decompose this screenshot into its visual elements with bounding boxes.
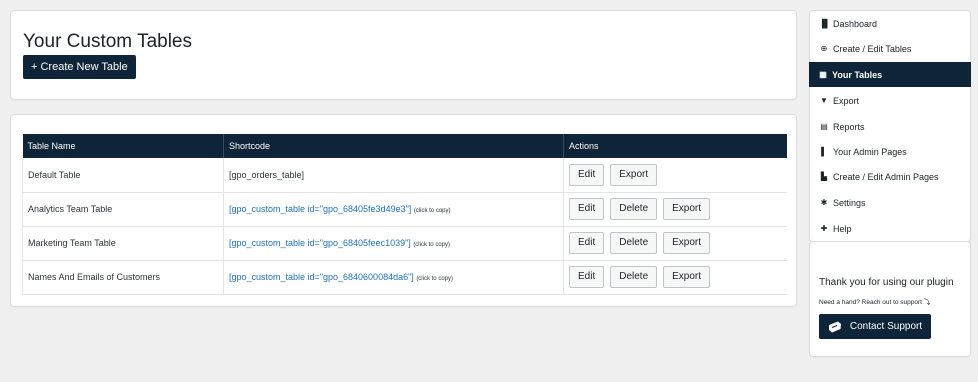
contact-support-label: Contact Support xyxy=(849,321,923,332)
sidebar-item-export[interactable]: ▼ Export xyxy=(810,88,970,113)
table-row: Default Table [gpo_orders_table] Edit Expor… xyxy=(22,158,787,193)
copy-hint: (click to copy) xyxy=(416,276,453,282)
shortcode-copy-link[interactable]: [gpo_custom_table id="gpo_68405feec1039"… xyxy=(229,238,411,248)
sidebar-item-label: Help xyxy=(833,223,852,234)
help-icon: ✚ xyxy=(820,224,828,233)
edit-button[interactable]: Edit xyxy=(569,163,605,186)
sidebar-item-label: Dashboard xyxy=(833,18,878,29)
copy-hint: (click to copy) xyxy=(413,242,450,248)
sidebar-item-settings[interactable]: ✱ Settings xyxy=(810,190,970,215)
export-button[interactable]: Export xyxy=(610,163,658,186)
edit-button[interactable]: Edit xyxy=(569,232,605,254)
sidebar-item-label: Create / Edit Tables xyxy=(833,43,912,54)
support-help-text: Need a hand? Reach out to support ⤵ xyxy=(819,299,931,306)
header-card: Your Custom Tables + Create New Table xyxy=(10,10,797,100)
shortcode-cell: [gpo_custom_table id="gpo_6840600084da6"… xyxy=(223,260,564,295)
sidebar-item-create-edit-admin-pages[interactable]: ▙ Create / Edit Admin Pages xyxy=(810,164,970,189)
bar-chart-icon: ▐▌ xyxy=(819,19,831,28)
shortcode-copy-link[interactable]: [gpo_custom_table id="gpo_6840600084da6"… xyxy=(229,272,414,282)
sidebar-menu: ▐▌ Dashboard ⊕ Create / Edit Tables ▦ Your Ta… xyxy=(809,10,971,242)
shortcode-cell: [gpo_custom_table id="gpo_68405fe3d49e3"… xyxy=(223,192,564,227)
ticket-icon xyxy=(828,321,841,332)
table-row: Analytics Team Table [gpo_custom_table id… xyxy=(22,192,787,227)
create-new-table-button[interactable]: + Create New Table xyxy=(23,55,136,79)
table-name-cell: Analytics Team Table xyxy=(22,192,224,227)
shortcode-cell: [gpo_orders_table] xyxy=(223,158,564,193)
column-header-table-name: Table Name xyxy=(22,134,224,158)
export-button[interactable]: Export xyxy=(663,198,711,220)
page-edit-icon: ▙ xyxy=(820,172,828,181)
sidebar-item-label: Your Tables xyxy=(832,69,883,80)
delete-button[interactable]: Delete xyxy=(610,198,658,220)
plus-circle-icon: ⊕ xyxy=(820,44,828,53)
actions-cell: Edit Delete Export xyxy=(563,260,787,295)
support-card: Thank you for using our plugin Need a ha… xyxy=(809,241,971,357)
download-icon: ▼ xyxy=(820,96,828,105)
sidebar-item-label: Reports xyxy=(833,121,865,132)
page-title: Your Custom Tables xyxy=(23,31,192,52)
sidebar-item-reports[interactable]: ▤ Reports xyxy=(810,114,970,139)
delete-button[interactable]: Delete xyxy=(610,232,658,254)
export-button[interactable]: Export xyxy=(663,232,711,254)
table-name-cell: Marketing Team Table xyxy=(22,226,224,261)
edit-button[interactable]: Edit xyxy=(569,266,605,288)
tables-card: Table Name Shortcode Actions Default Tab… xyxy=(10,114,797,307)
sidebar-item-your-tables[interactable]: ▦ Your Tables xyxy=(809,62,971,87)
page-icon: ▌ xyxy=(821,147,827,156)
sidebar-item-label: Export xyxy=(833,95,860,106)
actions-cell: Edit Export xyxy=(563,158,787,193)
table-icon: ▦ xyxy=(819,70,827,79)
table-header-row: Table Name Shortcode Actions xyxy=(22,134,787,158)
delete-button[interactable]: Delete xyxy=(610,266,658,288)
sidebar-item-create-edit-tables[interactable]: ⊕ Create / Edit Tables xyxy=(810,36,970,61)
shortcode-cell: [gpo_custom_table id="gpo_68405feec1039"… xyxy=(223,226,564,261)
table-name-cell: Names And Emails of Customers xyxy=(22,260,224,295)
copy-hint: (click to copy) xyxy=(413,208,451,214)
shortcode-text: [gpo_orders_table] xyxy=(229,169,305,180)
edit-button[interactable]: Edit xyxy=(569,198,605,220)
column-header-actions: Actions xyxy=(563,134,787,158)
sidebar-item-your-admin-pages[interactable]: ▌ Your Admin Pages xyxy=(810,139,970,164)
sidebar-item-label: Your Admin Pages xyxy=(833,146,907,157)
sidebar-item-label: Settings xyxy=(833,197,866,208)
shortcode-copy-link[interactable]: [gpo_custom_table id="gpo_68405fe3d49e3"… xyxy=(229,204,411,214)
sidebar-item-help[interactable]: ✚ Help xyxy=(810,216,970,241)
sidebar-item-dashboard[interactable]: ▐▌ Dashboard xyxy=(810,11,970,36)
table-name-cell: Default Table xyxy=(22,158,224,193)
contact-support-button[interactable]: Contact Support xyxy=(819,314,931,339)
table-row: Marketing Team Table [gpo_custom_table id… xyxy=(22,226,787,261)
actions-cell: Edit Delete Export xyxy=(563,192,787,227)
actions-cell: Edit Delete Export xyxy=(563,226,787,261)
support-thanks-text: Thank you for using our plugin xyxy=(819,277,954,288)
file-icon: ▤ xyxy=(820,122,828,131)
column-header-shortcode: Shortcode xyxy=(223,134,564,158)
table-row: Names And Emails of Customers [gpo_custom… xyxy=(22,260,787,295)
custom-tables-table: Table Name Shortcode Actions Default Tab… xyxy=(22,134,787,295)
gear-icon: ✱ xyxy=(820,198,828,207)
sidebar-item-label: Create / Edit Admin Pages xyxy=(833,171,939,182)
export-button[interactable]: Export xyxy=(663,266,711,288)
